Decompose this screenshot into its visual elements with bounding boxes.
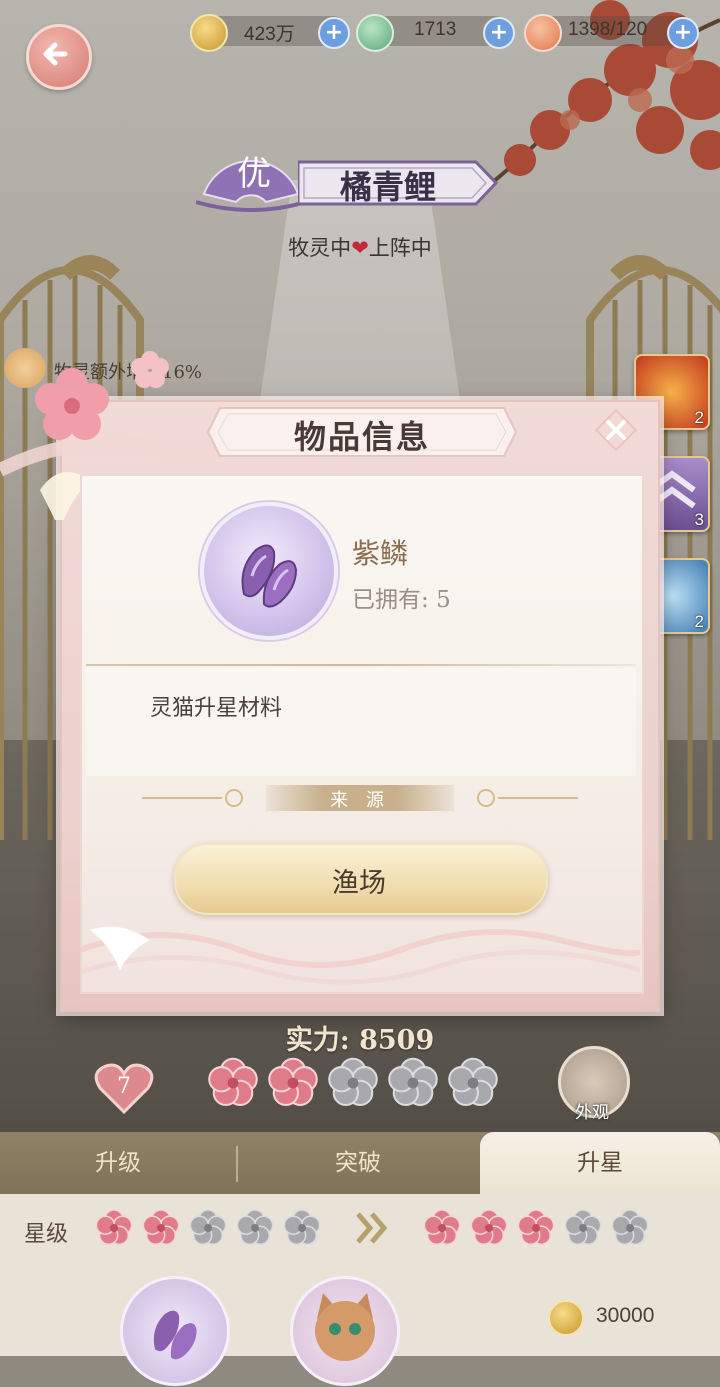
paw-coin-icon	[548, 1300, 584, 1336]
item-icon-frame	[200, 502, 338, 640]
tab-level-up[interactable]: 升级	[0, 1132, 236, 1194]
food-bowl-icon	[524, 14, 562, 52]
power-label: 实力	[285, 1025, 340, 1056]
star-filled-icon	[94, 1208, 134, 1248]
star-empty-icon	[235, 1208, 275, 1248]
source-label: 来 源	[330, 790, 390, 811]
cat-portrait-icon	[315, 1293, 375, 1361]
owned-label: 已拥有	[352, 587, 421, 613]
description-box	[86, 668, 636, 776]
owned-colon: :	[421, 587, 437, 613]
back-button[interactable]	[26, 24, 92, 90]
item-owned: 已拥有: 5	[352, 580, 451, 614]
power-colon: :	[339, 1025, 360, 1056]
affection-level: 7	[117, 1074, 131, 1099]
tab-breakthrough[interactable]: 突破	[240, 1132, 476, 1194]
status-deployed: 上阵中	[368, 236, 432, 260]
star-filled-icon	[422, 1208, 462, 1248]
skill-count: 2	[694, 408, 704, 427]
add-jade-button[interactable]: +	[483, 17, 515, 49]
back-arrow-icon	[43, 42, 68, 66]
item-description: 灵猫升星材料	[150, 696, 283, 721]
owned-count: 5	[436, 587, 451, 613]
skill-count: 2	[694, 612, 704, 631]
jade-value: 1713	[414, 19, 457, 40]
add-stamina-button[interactable]: +	[667, 17, 699, 49]
paw-coin-value: 423万	[244, 24, 295, 45]
star-filled-icon	[516, 1208, 556, 1248]
star-filled-icon	[469, 1208, 509, 1248]
paw-coin-icon	[190, 14, 228, 52]
star-empty-icon	[610, 1208, 650, 1248]
stamina-value: 1398/120	[568, 19, 648, 40]
star-empty-icon	[326, 1056, 380, 1110]
item-name: 紫鳞	[352, 537, 409, 570]
source-fishery-label: 渔场	[332, 868, 386, 899]
star-empty-icon	[563, 1208, 603, 1248]
purple-scale-icon	[153, 1310, 197, 1360]
character-status: 牧灵中❤上阵中	[240, 232, 480, 262]
dialog-title: 物品信息	[293, 418, 430, 456]
power-value: 8509	[359, 1025, 435, 1056]
power-rating: 实力: 8509	[240, 1018, 480, 1057]
tab-star-up[interactable]: 升星	[480, 1132, 720, 1194]
skill-count: 3	[694, 510, 704, 529]
ornament-left	[142, 789, 243, 807]
status-herding: 牧灵中	[288, 236, 352, 260]
jade-icon	[356, 14, 394, 52]
star-empty-icon	[386, 1056, 440, 1110]
star-empty-icon	[446, 1056, 500, 1110]
rank-label: 优	[237, 154, 271, 194]
cat-material-slot[interactable]	[290, 1276, 400, 1386]
star-level-label: 星级	[24, 1222, 69, 1247]
appearance-label: 外观	[575, 1103, 609, 1123]
star-empty-icon	[188, 1208, 228, 1248]
divider	[86, 664, 636, 666]
purple-scale-icon	[241, 544, 298, 608]
star-filled-icon	[206, 1056, 260, 1110]
star-filled-icon	[141, 1208, 181, 1248]
ornament-right	[477, 789, 578, 807]
heart-icon: ❤	[351, 236, 369, 260]
add-paw-coin-button[interactable]: +	[318, 17, 350, 49]
character-name: 橘青鲤	[339, 168, 436, 206]
star-filled-icon	[266, 1056, 320, 1110]
double-chevron-right-icon	[356, 1212, 388, 1244]
material-slot[interactable]	[120, 1276, 230, 1386]
star-empty-icon	[282, 1208, 322, 1248]
close-icon[interactable]	[594, 408, 638, 452]
tab-divider	[236, 1146, 238, 1182]
star-up-cost: 30000	[596, 1304, 655, 1327]
